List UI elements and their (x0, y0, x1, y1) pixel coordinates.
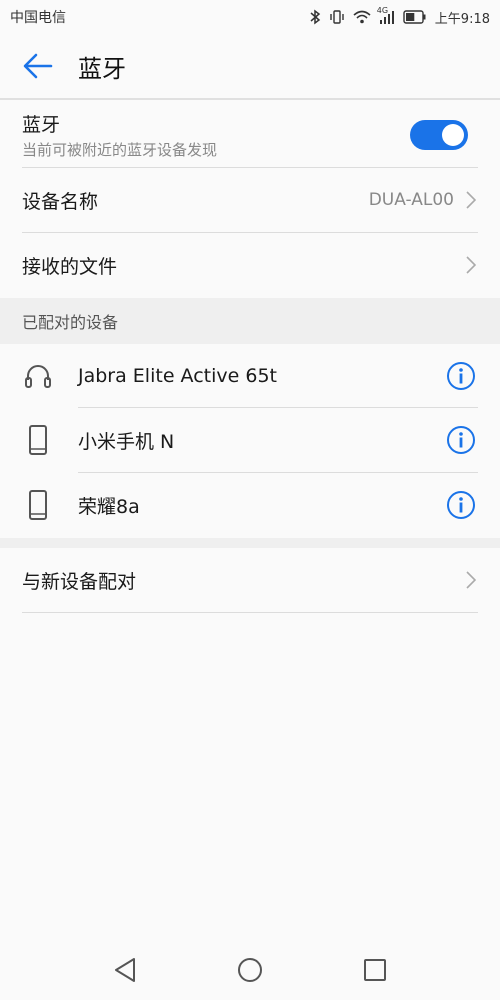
nav-back-button[interactable] (63, 940, 188, 1000)
bluetooth-label: 蓝牙 (22, 114, 61, 136)
square-recents-icon (364, 959, 386, 981)
chevron-right-icon (466, 191, 476, 209)
paired-device-row[interactable]: 小米手机 N (0, 408, 500, 472)
status-bar: 中国电信 4G 上午9:18 (0, 0, 500, 34)
network-type: 4G (376, 6, 389, 15)
info-icon[interactable] (446, 490, 476, 520)
phone-icon (29, 490, 47, 520)
device-name-row[interactable]: 设备名称 DUA-AL00 (0, 168, 500, 232)
device-name-label: 设备名称 (22, 190, 99, 213)
battery-icon (403, 10, 426, 24)
paired-device-row[interactable]: Jabra Elite Active 65t (0, 344, 500, 408)
status-icons: 4G 上午9:18 (309, 6, 490, 27)
paired-devices-header: 已配对的设备 (0, 298, 500, 344)
wifi-icon (353, 10, 371, 24)
app-bar: 蓝牙 (0, 34, 500, 100)
chevron-right-icon (466, 571, 476, 589)
page-title: 蓝牙 (78, 54, 126, 83)
device-name: Jabra Elite Active 65t (78, 365, 277, 387)
signal-indicator: 4G (377, 6, 395, 24)
received-files-row[interactable]: 接收的文件 (0, 233, 500, 297)
device-name: 小米手机 N (78, 430, 175, 453)
back-button[interactable] (10, 38, 66, 94)
bluetooth-toggle[interactable] (410, 120, 468, 150)
toggle-knob (442, 124, 464, 146)
received-files-label: 接收的文件 (22, 255, 118, 278)
circle-home-icon (238, 958, 262, 982)
bluetooth-sublabel: 当前可被附近的蓝牙设备发现 (22, 141, 218, 159)
pair-new-label: 与新设备配对 (22, 570, 137, 593)
nav-home-button[interactable] (188, 940, 313, 1000)
bluetooth-icon (310, 9, 320, 25)
pair-new-device-row[interactable]: 与新设备配对 (0, 548, 500, 612)
bluetooth-toggle-row[interactable]: 蓝牙 当前可被附近的蓝牙设备发现 (0, 104, 500, 166)
vibrate-icon (330, 10, 344, 24)
back-arrow-icon (23, 53, 53, 79)
navigation-bar (0, 940, 500, 1000)
device-name-value: DUA-AL00 (368, 190, 454, 210)
nav-recents-button[interactable] (313, 940, 438, 1000)
divider (22, 612, 478, 613)
carrier-label: 中国电信 (10, 10, 66, 26)
headset-icon (25, 365, 51, 388)
info-icon[interactable] (446, 425, 476, 455)
paired-device-row[interactable]: 荣耀8a (0, 473, 500, 537)
device-name: 荣耀8a (78, 495, 140, 518)
section-gap (0, 538, 500, 548)
clock: 上午9:18 (434, 11, 490, 27)
triangle-back-icon (115, 958, 135, 982)
chevron-right-icon (466, 256, 476, 274)
info-icon[interactable] (446, 361, 476, 391)
phone-icon (29, 425, 47, 455)
